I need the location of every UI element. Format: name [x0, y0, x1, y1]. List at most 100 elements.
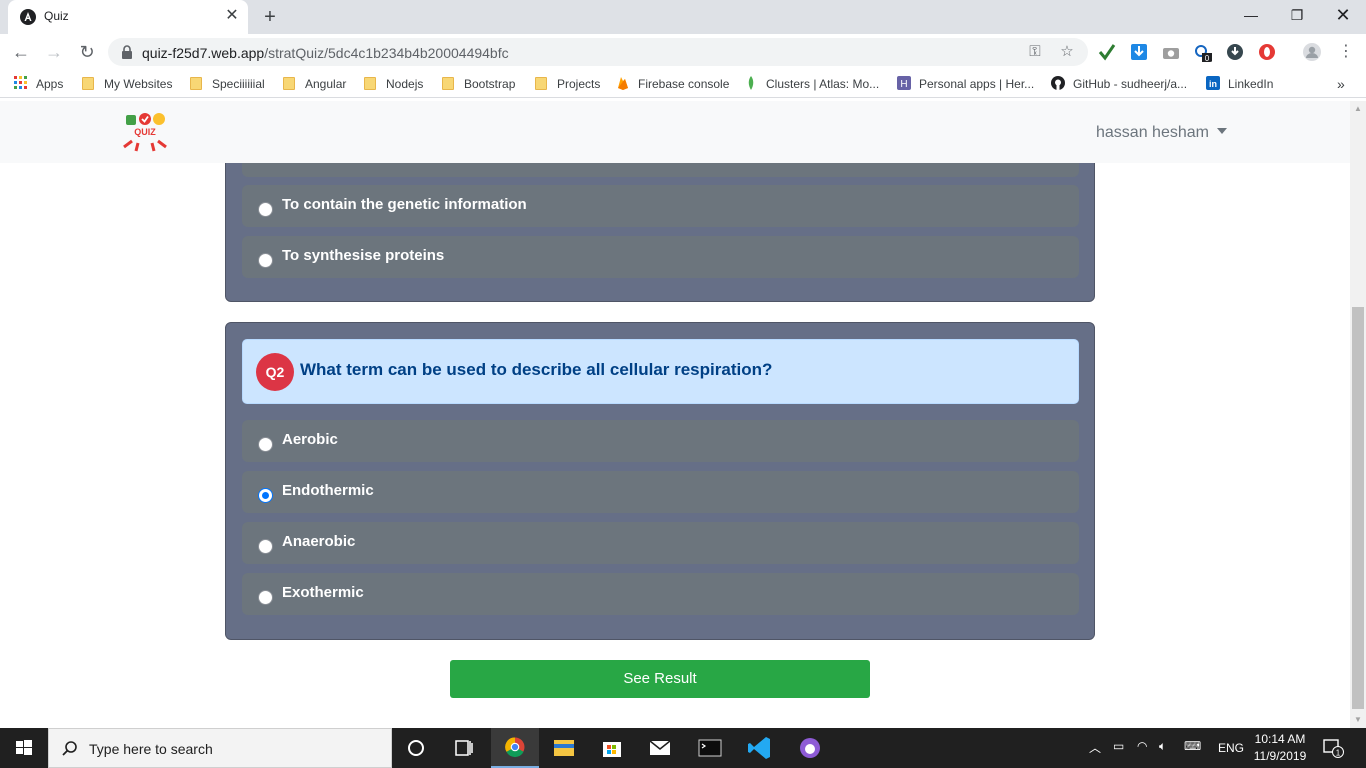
scroll-down-arrow-icon[interactable]: ▼ — [1350, 712, 1366, 728]
angular-icon — [20, 9, 36, 25]
heroku-icon: H — [897, 76, 911, 90]
bookmark-clusters-atlas[interactable]: Clusters | Atlas: Mo... — [744, 74, 879, 94]
browser-tab[interactable]: Quiz ✕ — [8, 0, 248, 34]
page-content: To contain the genetic information To sy… — [0, 101, 1350, 728]
restore-icon[interactable]: ❐ — [1274, 0, 1320, 32]
scroll-up-arrow-icon[interactable]: ▲ — [1350, 101, 1366, 117]
option-label: Anaerobic — [282, 533, 356, 550]
clock-date[interactable]: 11/9/2019 — [1248, 749, 1312, 763]
windows-taskbar: Type here to search ︿ ▭ ◠ 🔈︎ ⌨ ENG 10:14… — [0, 728, 1366, 768]
bookmark-apps[interactable]: Apps — [14, 74, 63, 94]
bookmark-label: Clusters | Atlas: Mo... — [766, 77, 880, 91]
address-bar[interactable]: quiz-f25d7.web.app/stratQuiz/5dc4c1b234b… — [108, 38, 1088, 66]
bookmark-linkedin[interactable]: in LinkedIn — [1206, 74, 1273, 94]
folder-icon — [190, 77, 202, 90]
option-row[interactable]: Exothermic — [242, 573, 1079, 615]
more-bookmarks-icon[interactable]: » — [1337, 74, 1345, 94]
see-result-button[interactable]: See Result — [450, 660, 870, 698]
action-center-icon[interactable]: 1 — [1322, 738, 1344, 758]
github-desktop-icon[interactable] — [786, 728, 834, 768]
battery-icon[interactable]: ▭ — [1113, 739, 1124, 753]
bookmark-personal-apps[interactable]: H Personal apps | Her... — [897, 74, 1034, 94]
quiz-logo[interactable]: QUIZ — [120, 111, 170, 157]
mail-icon[interactable] — [636, 728, 684, 768]
profile-avatar-icon[interactable] — [1302, 42, 1322, 62]
radio-button-selected[interactable] — [258, 488, 273, 503]
page-scrollbar[interactable]: ▲ ▼ — [1350, 101, 1366, 728]
minimize-icon[interactable]: — — [1228, 0, 1274, 32]
terminal-icon[interactable] — [686, 728, 734, 768]
folder-icon — [442, 77, 454, 90]
browser-menu-icon[interactable]: ⋮ — [1333, 39, 1359, 65]
option-label: Exothermic — [282, 584, 364, 601]
taskbar-search-box[interactable]: Type here to search — [48, 728, 392, 768]
chrome-icon[interactable] — [491, 728, 539, 768]
option-row[interactable]: Endothermic — [242, 471, 1079, 513]
bookmark-angular[interactable]: Angular — [283, 74, 346, 94]
microsoft-store-icon[interactable] — [588, 728, 636, 768]
notification-count: 1 — [1336, 749, 1341, 758]
folder-icon — [283, 77, 295, 90]
logo-text: QUIZ — [134, 127, 156, 137]
bookmark-projects[interactable]: Projects — [535, 74, 600, 94]
question-number-badge: Q2 — [256, 353, 294, 391]
task-view-icon[interactable] — [440, 728, 488, 768]
tab-title: Quiz — [44, 9, 69, 23]
browser-toolbar: ← → ↻ quiz-f25d7.web.app/stratQuiz/5dc4c… — [0, 34, 1366, 70]
vscode-icon[interactable] — [736, 728, 784, 768]
bookmark-firebase-console[interactable]: Firebase console — [616, 74, 729, 94]
dark-shield-icon[interactable] — [1225, 42, 1245, 62]
option-row[interactable]: To contain the genetic information — [242, 185, 1079, 227]
link-extension-icon[interactable]: 0 — [1193, 42, 1213, 62]
window-close-icon[interactable]: ✕ — [1320, 0, 1366, 32]
volume-icon[interactable]: 🔈︎ — [1159, 739, 1166, 754]
scrollbar-thumb[interactable] — [1352, 307, 1364, 709]
option-label: To synthesise proteins — [282, 247, 445, 264]
show-hidden-icons-icon[interactable]: ︿ — [1089, 739, 1101, 756]
opera-red-icon[interactable] — [1257, 42, 1277, 62]
search-placeholder: Type here to search — [89, 741, 213, 757]
bookmark-my-websites[interactable]: My Websites — [82, 74, 172, 94]
radio-button[interactable] — [258, 590, 273, 605]
bookmark-bootstrap[interactable]: Bootstrap — [442, 74, 515, 94]
radio-button[interactable] — [258, 437, 273, 452]
windows-start-icon[interactable] — [0, 728, 48, 768]
bookmark-label: LinkedIn — [1228, 77, 1274, 91]
file-explorer-icon[interactable] — [540, 728, 588, 768]
camera-icon[interactable] — [1161, 42, 1181, 62]
option-row[interactable]: Anaerobic — [242, 522, 1079, 564]
option-row[interactable]: Aerobic — [242, 420, 1079, 462]
bookmark-nodejs[interactable]: Nodejs — [364, 74, 423, 94]
language-indicator[interactable]: ENG — [1218, 741, 1244, 755]
url-text: quiz-f25d7.web.app/stratQuiz/5dc4c1b234b… — [142, 45, 509, 61]
radio-button[interactable] — [258, 539, 273, 554]
question-card-q1: To contain the genetic information To sy… — [225, 133, 1095, 302]
radio-button[interactable] — [258, 253, 273, 268]
caret-down-icon — [1216, 128, 1227, 134]
close-tab-icon[interactable]: ✕ — [222, 6, 242, 26]
wifi-icon[interactable]: ◠ — [1137, 739, 1147, 753]
download-icon[interactable] — [1129, 42, 1149, 62]
bookmark-speciiiiiial[interactable]: Speciiiiiial — [190, 74, 265, 94]
user-menu-dropdown[interactable]: hassan hesham — [1096, 124, 1227, 142]
keyboard-icon[interactable]: ⌨ — [1184, 739, 1201, 753]
bookmark-star-icon[interactable]: ☆ — [1058, 43, 1076, 61]
extension-badge: 0 — [1205, 54, 1210, 62]
mongodb-leaf-icon — [748, 76, 754, 90]
lock-icon — [122, 45, 132, 59]
clock-time[interactable]: 10:14 AM — [1248, 732, 1312, 746]
back-arrow-icon[interactable]: ← — [8, 39, 34, 65]
question-text: What term can be used to describe all ce… — [300, 360, 773, 379]
reload-icon[interactable]: ↻ — [74, 39, 100, 65]
bookmark-label: Firebase console — [638, 77, 730, 91]
key-icon[interactable]: ⚿ — [1026, 43, 1044, 61]
forward-arrow-icon[interactable]: → — [41, 39, 67, 65]
extension-check-icon[interactable] — [1097, 42, 1117, 62]
bookmark-label: Bootstrap — [464, 77, 516, 91]
new-tab-button[interactable]: + — [258, 6, 282, 28]
option-row[interactable]: To synthesise proteins — [242, 236, 1079, 278]
bookmark-github[interactable]: GitHub - sudheerj/a... — [1051, 74, 1187, 94]
radio-button[interactable] — [258, 202, 273, 217]
firebase-icon — [618, 77, 628, 90]
cortana-icon[interactable] — [392, 728, 440, 768]
